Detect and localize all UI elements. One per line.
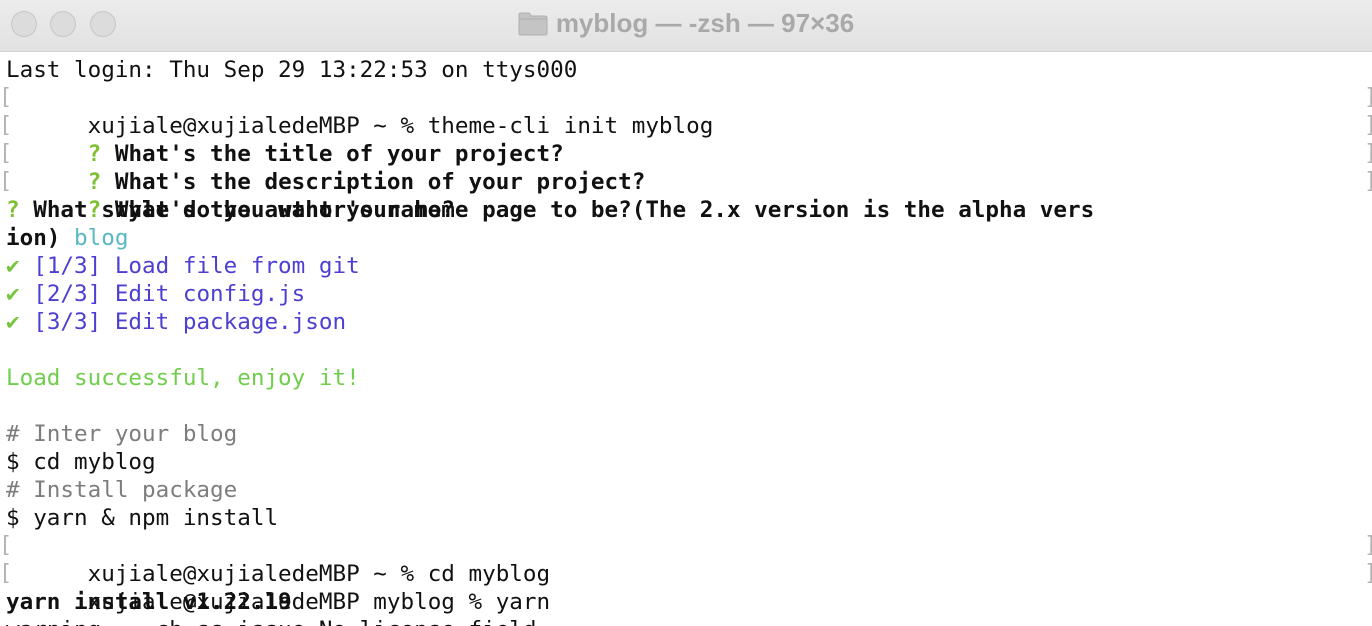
terminal-line: [xujiale@xujialedeMBP ~ % theme-cli init… bbox=[0, 84, 1372, 139]
terminal-line: $ cd myblog bbox=[6, 449, 156, 475]
terminal-line: # Install package bbox=[6, 477, 238, 503]
terminal-output[interactable]: Last login: Thu Sep 29 13:22:53 on ttys0… bbox=[0, 52, 1372, 626]
mark-left: [ bbox=[0, 533, 13, 558]
terminal-line: Last login: Thu Sep 29 13:22:53 on ttys0… bbox=[6, 57, 578, 83]
mark-right: ] bbox=[1364, 532, 1372, 560]
mark-right: ] bbox=[1364, 84, 1372, 112]
window-title: myblog — -zsh — 97×36 bbox=[555, 8, 855, 38]
question-icon: ? bbox=[6, 197, 20, 223]
terminal-line: warning ...ch-ss issue No license field bbox=[0, 616, 1372, 626]
check-icon: ✔ bbox=[6, 309, 20, 335]
terminal-line: [? What's the title of your project? ] bbox=[0, 112, 1372, 167]
terminal-line: [xujiale@xujialedeMBP ~ % cd myblog ] bbox=[0, 532, 1372, 587]
success-message: Load successful, enjoy it! bbox=[6, 365, 360, 391]
terminal-line: ✔ [3/3] Edit package.json bbox=[6, 309, 347, 335]
terminal-line: ✔ [2/3] Edit config.js bbox=[6, 281, 306, 307]
terminal-line: ✔ [1/3] Load file from git bbox=[6, 253, 360, 279]
terminal-line: # Inter your blog bbox=[6, 421, 238, 447]
check-icon: ✔ bbox=[6, 253, 20, 279]
mark-right: ] bbox=[1364, 168, 1372, 196]
mark-right: ] bbox=[1364, 560, 1372, 588]
terminal-line: yarn install v1.22.19 bbox=[6, 589, 292, 615]
mark-left: [ bbox=[0, 85, 13, 110]
terminal-line: ion) blog bbox=[6, 225, 129, 251]
mark-right: ] bbox=[1364, 112, 1372, 140]
terminal-line: ? What style do you want your home page … bbox=[6, 197, 1095, 223]
terminal-line: [? What's the description of your projec… bbox=[0, 140, 1372, 195]
terminal-line: Load successful, enjoy it! bbox=[0, 364, 1372, 392]
mark-left: [ bbox=[0, 561, 13, 586]
mark-left: [ bbox=[0, 141, 13, 166]
folder-icon bbox=[518, 10, 548, 42]
mark-right: ] bbox=[1364, 140, 1372, 168]
mark-left: [ bbox=[0, 169, 13, 194]
terminal-line: $ yarn & npm install bbox=[6, 505, 279, 531]
terminal-line: [? What's the author's name? ] bbox=[0, 168, 1372, 223]
check-icon: ✔ bbox=[6, 281, 20, 307]
mark-left: [ bbox=[0, 113, 13, 138]
prompt-answer: blog bbox=[74, 225, 129, 251]
title-bar[interactable]: myblog — -zsh — 97×36 bbox=[0, 0, 1372, 52]
terminal-line: [xujiale@xujialedeMBP myblog % yarn ] bbox=[0, 560, 1372, 615]
window-title-area: myblog — -zsh — 97×36 bbox=[0, 8, 1372, 42]
terminal-window: myblog — -zsh — 97×36 Last login: Thu Se… bbox=[0, 0, 1372, 626]
